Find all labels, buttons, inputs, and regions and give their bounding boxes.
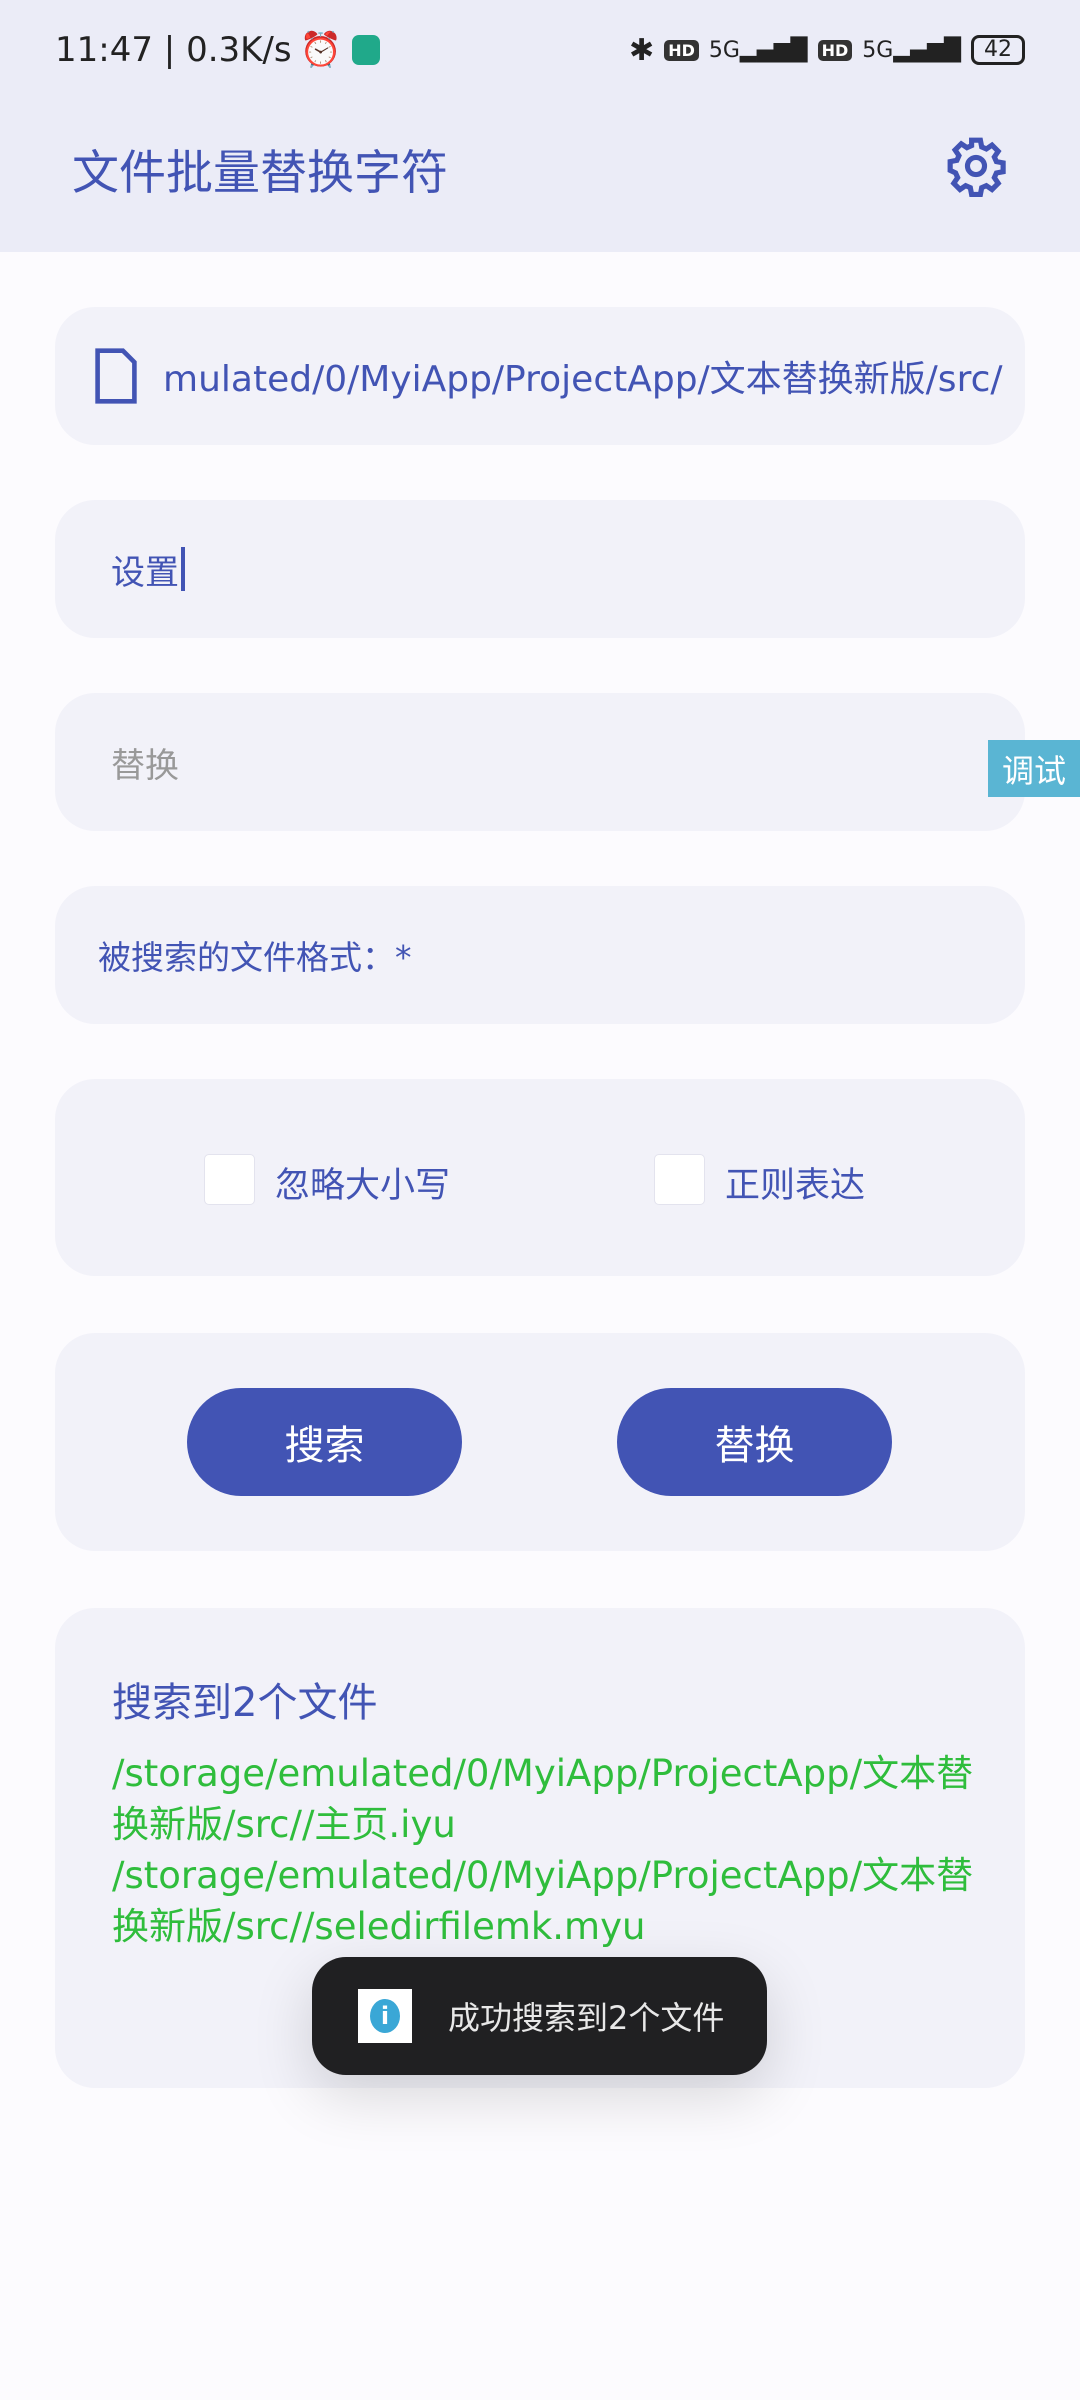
file-icon: [95, 348, 137, 404]
app-header: 11:47 | 0.3K/s ⏰ ✱ HD 5G▂▄▆█ HD 5G▂▄▆█ 4…: [0, 0, 1080, 252]
options-card: 忽略大小写 正则表达: [55, 1079, 1025, 1276]
gear-icon[interactable]: [945, 135, 1007, 197]
battery-icon: 42: [971, 35, 1025, 65]
app-notification-icon: [351, 35, 380, 65]
regex-checkbox[interactable]: [655, 1155, 704, 1204]
bluetooth-icon: ✱: [629, 32, 655, 68]
signal-icon-2: 5G▂▄▆█: [862, 37, 961, 63]
clock: 11:47: [55, 30, 153, 70]
signal-icon: 5G▂▄▆█: [708, 37, 808, 63]
net-speed: 0.3K/s: [186, 30, 292, 70]
result-item[interactable]: /storage/emulated/0/MyiApp/ProjectApp/文本…: [112, 1850, 992, 1952]
text-cursor: [181, 547, 185, 591]
debug-tag[interactable]: 调试: [988, 740, 1080, 797]
page-title: 文件批量替换字符: [72, 146, 448, 201]
result-item[interactable]: /storage/emulated/0/MyiApp/ProjectApp/文本…: [112, 1748, 992, 1850]
hd-icon: HD: [664, 39, 699, 61]
toast: i 成功搜索到2个文件: [312, 1957, 767, 2075]
hd-icon-2: HD: [817, 39, 853, 61]
regex-label[interactable]: 正则表达: [725, 1157, 865, 1208]
status-bar: 11:47 | 0.3K/s ⏰ ✱ HD 5G▂▄▆█ HD 5G▂▄▆█ 4…: [55, 28, 1025, 72]
folder-path: mulated/0/MyiApp/ProjectApp/文本替换新版/src/: [163, 359, 1003, 400]
search-button[interactable]: 搜索: [187, 1388, 462, 1496]
ignore-case-label[interactable]: 忽略大小写: [275, 1157, 450, 1208]
alarm-icon: ⏰: [299, 30, 342, 70]
file-format-field[interactable]: 被搜索的文件格式：*: [55, 886, 1025, 1024]
results-title: 搜索到2个文件: [112, 1680, 378, 1726]
folder-path-field[interactable]: mulated/0/MyiApp/ProjectApp/文本替换新版/src/: [55, 307, 1025, 445]
results-list: /storage/emulated/0/MyiApp/ProjectApp/文本…: [112, 1748, 992, 1952]
info-icon: i: [358, 1989, 412, 2043]
replace-button[interactable]: 替换: [617, 1388, 892, 1496]
toast-message: 成功搜索到2个文件: [448, 1999, 725, 2037]
replace-input[interactable]: 替换: [55, 693, 1025, 831]
ignore-case-checkbox[interactable]: [205, 1155, 254, 1204]
search-input[interactable]: 设置: [55, 500, 1025, 638]
